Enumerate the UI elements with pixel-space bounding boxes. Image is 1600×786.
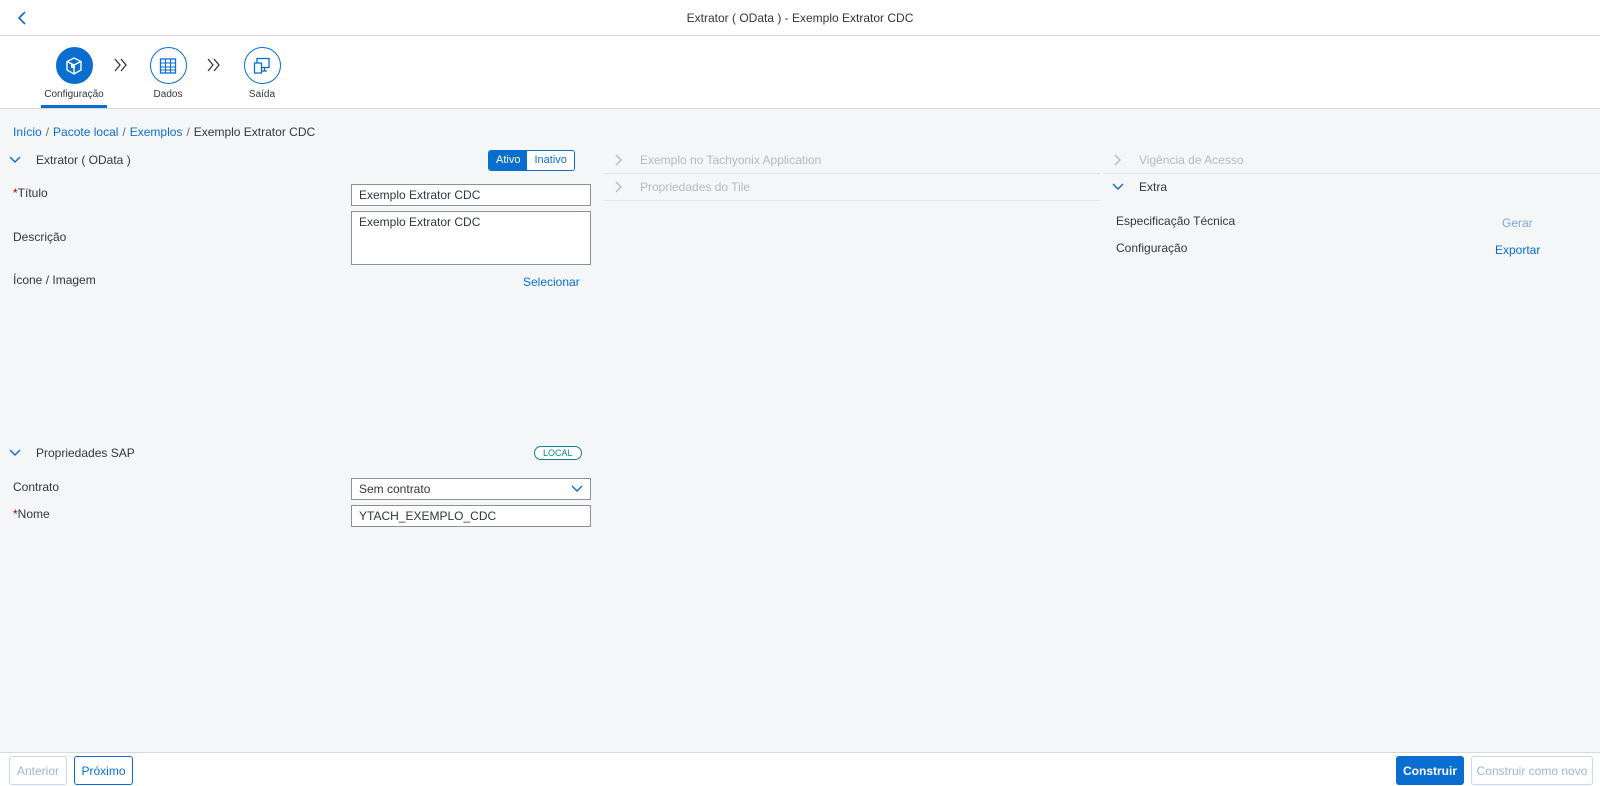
title-input[interactable]: Exemplo Extrator CDC (351, 184, 591, 206)
step-configuracao[interactable]: Configuração (34, 47, 114, 100)
chevron-down-icon (571, 485, 583, 492)
name-input[interactable]: YTACH_EXEMPLO_CDC (351, 505, 591, 527)
name-label: *Nome (13, 507, 50, 521)
status-ativo[interactable]: Ativo (489, 151, 528, 170)
icon-label: Ícone / Imagem (13, 273, 96, 287)
divider (1103, 173, 1600, 174)
config-label: Configuração (1116, 241, 1188, 255)
breadcrumb: Início / Pacote local / Exemplos / Exemplo Ext… (13, 125, 316, 139)
breadcrumb-current: Exemplo Extrator CDC (193, 125, 316, 139)
export-link[interactable]: Exportar (1495, 243, 1540, 257)
breadcrumb-exemplos[interactable]: Exemplos (130, 125, 183, 139)
cube-icon (66, 56, 82, 75)
tech-spec-label: Especificação Técnica (1116, 214, 1236, 228)
breadcrumb-inicio[interactable]: Início (13, 125, 42, 139)
footer-toolbar: Anterior Próximo Construir Construir com… (0, 752, 1600, 786)
chevron-down-icon (8, 446, 22, 460)
contract-select[interactable]: Sem contrato (351, 478, 591, 500)
panel-title: Extrator ( OData ) (36, 153, 131, 167)
panel-title: Exemplo no Tachyonix Application (640, 153, 822, 167)
panel-header-access[interactable]: Vigência de Acesso (1111, 150, 1244, 170)
panel-header-extrator[interactable]: Extrator ( OData ) (8, 150, 131, 170)
double-chevron-right-icon (207, 58, 220, 72)
shell-bar: Extrator ( OData ) - Exemplo Extrator CD… (0, 0, 1600, 36)
contract-value: Sem contrato (359, 482, 431, 496)
double-chevron-right-icon (114, 58, 127, 72)
build-as-new-button[interactable]: Construir como novo (1471, 756, 1593, 785)
step-circle (149, 47, 187, 84)
page-title: Extrator ( OData ) - Exemplo Extrator CD… (686, 11, 914, 25)
divider (604, 200, 1100, 201)
status-inativo[interactable]: Inativo (527, 151, 574, 170)
description-label: Descrição (13, 230, 67, 244)
wizard-progress: Configuração Dados Saída (0, 36, 1600, 109)
chevron-down-icon (8, 153, 22, 167)
devices-icon (253, 57, 270, 74)
chevron-right-icon (612, 180, 626, 194)
description-textarea[interactable]: Exemplo Extrator CDC (351, 211, 591, 265)
panel-header-sap[interactable]: Propriedades SAP (8, 443, 135, 463)
panel-title: Propriedades do Tile (640, 180, 751, 194)
next-button[interactable]: Próximo (74, 756, 133, 785)
step-label: Dados (153, 89, 183, 100)
status-toggle: Ativo Inativo (488, 150, 575, 171)
panel-title: Vigência de Acesso (1139, 153, 1244, 167)
title-label: *Título (13, 186, 48, 200)
step-label: Configuração (44, 89, 104, 100)
active-step-indicator (41, 105, 107, 108)
step-circle (243, 47, 281, 84)
generate-link[interactable]: Gerar (1502, 216, 1533, 230)
contract-label: Contrato (13, 480, 60, 494)
build-button[interactable]: Construir (1396, 756, 1464, 785)
panel-header-app-example[interactable]: Exemplo no Tachyonix Application (612, 150, 821, 170)
panel-title: Extra (1139, 180, 1168, 194)
step-label: Saída (248, 89, 276, 100)
chevron-right-icon (1111, 153, 1125, 167)
local-badge: LOCAL (534, 446, 582, 460)
panel-header-extra[interactable]: Extra (1111, 177, 1167, 197)
previous-button[interactable]: Anterior (9, 756, 67, 785)
select-icon-link[interactable]: Selecionar (523, 275, 580, 289)
step-saida[interactable]: Saída (222, 47, 302, 100)
step-circle (55, 47, 93, 84)
divider (604, 173, 1100, 174)
table-icon (159, 57, 177, 74)
chevron-down-icon (1111, 180, 1125, 194)
step-dados[interactable]: Dados (128, 47, 208, 100)
panel-header-tile-props[interactable]: Propriedades do Tile (612, 177, 750, 197)
panel-title: Propriedades SAP (36, 446, 135, 460)
chevron-right-icon (612, 153, 626, 167)
breadcrumb-pacote-local[interactable]: Pacote local (53, 125, 118, 139)
